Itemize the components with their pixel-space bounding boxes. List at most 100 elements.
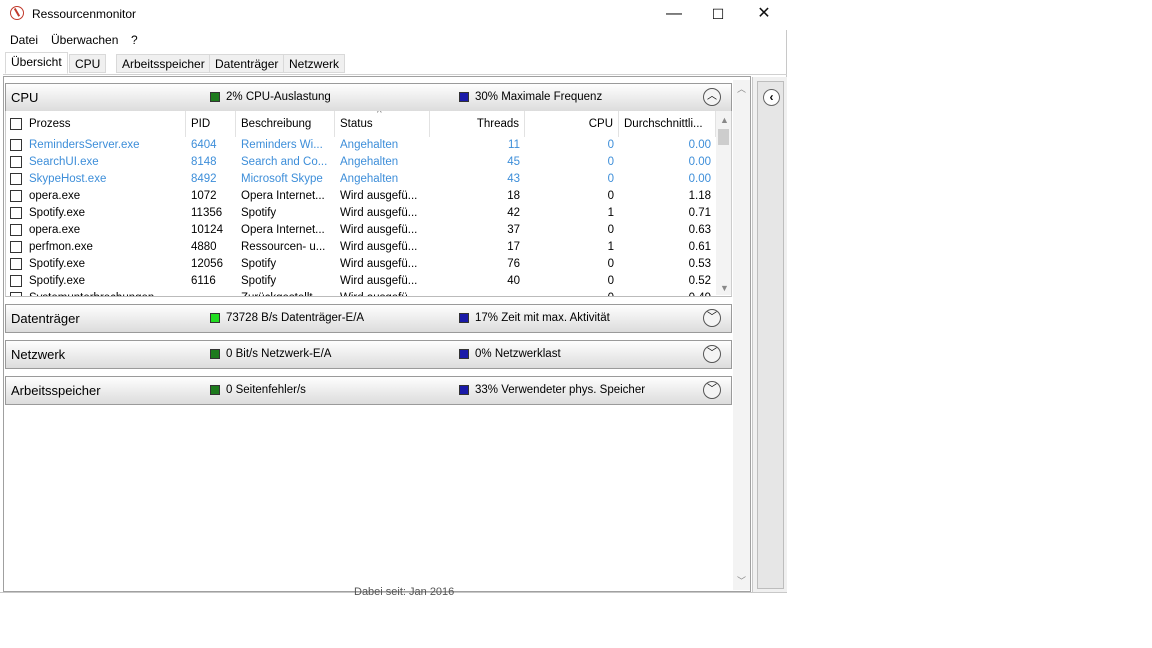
cell-durchschnittlich: 0.49 bbox=[619, 290, 716, 296]
cell-cpu: 0 bbox=[525, 290, 619, 296]
row-checkbox[interactable] bbox=[10, 156, 22, 168]
cell-status: Angehalten bbox=[340, 156, 399, 168]
table-row[interactable]: RemindersServer.exe 6404 Reminders Wi... An… bbox=[6, 137, 716, 154]
column-pid[interactable]: PID bbox=[186, 111, 236, 137]
column-status[interactable]: Status bbox=[335, 111, 430, 137]
tab-bar: Übersicht CPU Arbeitsspeicher Datenträge… bbox=[3, 52, 787, 75]
column-cpu[interactable]: CPU bbox=[525, 111, 619, 137]
cell-cpu: 0 bbox=[607, 139, 614, 151]
cell-status: Wird ausgefü... bbox=[340, 190, 418, 202]
tab-datentraeger[interactable]: Datenträger bbox=[209, 54, 285, 73]
collapse-graphs-icon[interactable]: ‹ bbox=[763, 89, 780, 106]
cell-durchschnittlich: 0.52 bbox=[688, 275, 711, 287]
table-row[interactable]: opera.exe 1072 Opera Internet... Wird ausge… bbox=[6, 188, 716, 205]
column-prozess[interactable]: Prozess bbox=[24, 111, 186, 137]
row-checkbox[interactable] bbox=[10, 207, 22, 219]
cell-cpu: 0 bbox=[607, 190, 614, 202]
table-scrollbar[interactable]: ▲ ▼ bbox=[716, 111, 731, 295]
table-scroll-thumb[interactable] bbox=[718, 129, 729, 145]
cell-prozess: Spotify.exe bbox=[29, 207, 86, 219]
cell-threads: 42 bbox=[507, 207, 520, 219]
column-threads[interactable]: Threads bbox=[430, 111, 525, 137]
cell-cpu: 0 bbox=[607, 258, 614, 270]
cell-prozess: RemindersServer.exe bbox=[29, 139, 140, 151]
menu-ueberwachen[interactable]: Überwachen bbox=[51, 33, 118, 47]
memory-section-title: Arbeitsspeicher bbox=[11, 383, 101, 398]
resource-monitor-icon bbox=[10, 6, 24, 20]
cell-status: Wird ausgefü... bbox=[340, 241, 418, 253]
chevron-down-icon[interactable]: ﹀ bbox=[703, 309, 721, 327]
table-row[interactable]: Spotify.exe 12056 Spotify Wird ausgefü... 76… bbox=[6, 256, 716, 273]
cell-cpu: 1 bbox=[607, 241, 614, 253]
row-checkbox[interactable] bbox=[10, 292, 22, 296]
tab-uebersicht[interactable]: Übersicht bbox=[5, 52, 68, 74]
disk-section-header[interactable]: Datenträger 73728 B/s Datenträger-E/A 17… bbox=[5, 304, 732, 333]
network-section-header[interactable]: Netzwerk 0 Bit/s Netzwerk-E/A 0% Netzwer… bbox=[5, 340, 732, 369]
cell-beschreibung: Ressourcen- u... bbox=[241, 241, 326, 253]
cpu-usage-label: 2% CPU-Auslastung bbox=[226, 91, 331, 103]
cpu-process-table: Prozess PID Beschreibung Status ^ Thread… bbox=[5, 111, 732, 297]
column-durchschnittlich[interactable]: Durchschnittli... bbox=[619, 111, 716, 137]
cell-threads: - bbox=[430, 290, 525, 296]
tab-netzwerk[interactable]: Netzwerk bbox=[283, 54, 346, 73]
cell-beschreibung: Spotify bbox=[241, 275, 277, 287]
table-row[interactable]: Spotify.exe 11356 Spotify Wird ausgefü... 42… bbox=[6, 205, 716, 222]
cell-cpu: 1 bbox=[607, 207, 614, 219]
cell-threads: 76 bbox=[507, 258, 520, 270]
table-row[interactable]: perfmon.exe 4880 Ressourcen- u... Wird ausg… bbox=[6, 239, 716, 256]
chevron-down-icon[interactable]: ﹀ bbox=[703, 381, 721, 399]
main-scrollbar[interactable]: ︿ ﹀ bbox=[733, 80, 750, 590]
menu-help[interactable]: ? bbox=[131, 33, 138, 47]
memory-usage-label: 33% Verwendeter phys. Speicher bbox=[475, 384, 646, 396]
main-scroll-down-icon[interactable]: ﹀ bbox=[733, 574, 750, 588]
column-beschreibung[interactable]: Beschreibung bbox=[236, 111, 335, 137]
menu-bar: Datei Überwachen ? bbox=[0, 30, 787, 50]
maximize-button[interactable]: ☐ bbox=[695, 0, 741, 30]
tab-arbeitsspeicher[interactable]: Arbeitsspeicher bbox=[116, 54, 211, 73]
cell-durchschnittlich: 0.63 bbox=[688, 224, 711, 236]
row-checkbox[interactable] bbox=[10, 173, 22, 185]
disk-io-label: 73728 B/s Datenträger-E/A bbox=[226, 312, 365, 324]
row-checkbox[interactable] bbox=[10, 224, 22, 236]
cell-pid: 6116 bbox=[191, 275, 216, 287]
cell-beschreibung: Spotify bbox=[241, 258, 277, 270]
row-checkbox[interactable] bbox=[10, 241, 22, 253]
cell-prozess: perfmon.exe bbox=[29, 241, 93, 253]
cell-pid: - bbox=[186, 290, 236, 296]
cpu-section-header[interactable]: CPU 2% CPU-Auslastung 30% Maximale Frequ… bbox=[5, 83, 732, 112]
cpu-usage-legend-icon bbox=[210, 92, 220, 102]
tab-cpu[interactable]: CPU bbox=[69, 54, 107, 73]
scroll-down-arrow-icon[interactable]: ▼ bbox=[716, 281, 731, 295]
cell-pid: 10124 bbox=[191, 224, 223, 236]
table-row[interactable]: SearchUI.exe 8148 Search and Co... Angehalt… bbox=[6, 154, 716, 171]
table-row[interactable]: Systemunterbrechungen-Zurückgestellt...W… bbox=[6, 290, 716, 296]
cell-prozess: Spotify.exe bbox=[29, 258, 86, 270]
table-row[interactable]: SkypeHost.exe 8492 Microsoft Skype Angehalt… bbox=[6, 171, 716, 188]
row-checkbox[interactable] bbox=[10, 139, 22, 151]
network-load-legend-icon bbox=[459, 349, 469, 359]
main-scroll-up-icon[interactable]: ︿ bbox=[733, 82, 750, 96]
cell-prozess: SkypeHost.exe bbox=[29, 173, 107, 185]
menu-datei[interactable]: Datei bbox=[10, 33, 38, 47]
cell-pid: 8148 bbox=[191, 156, 217, 168]
scroll-up-arrow-icon[interactable]: ▲ bbox=[716, 113, 731, 127]
row-checkbox[interactable] bbox=[10, 258, 22, 270]
row-checkbox[interactable] bbox=[10, 275, 22, 287]
chevron-up-icon[interactable]: ︿ bbox=[703, 88, 721, 106]
cell-beschreibung: Zurückgestellt... bbox=[236, 290, 335, 296]
table-row[interactable]: Spotify.exe 6116 Spotify Wird ausgefü... 40 0… bbox=[6, 273, 716, 290]
chevron-down-icon[interactable]: ﹀ bbox=[703, 345, 721, 363]
network-load-label: 0% Netzwerklast bbox=[475, 348, 561, 360]
memory-section-header[interactable]: Arbeitsspeicher 0 Seitenfehler/s 33% Ver… bbox=[5, 376, 732, 405]
close-button[interactable]: ✕ bbox=[741, 0, 787, 30]
cell-durchschnittlich: 1.18 bbox=[688, 190, 711, 202]
minimize-button[interactable]: — bbox=[651, 0, 697, 30]
cell-pid: 4880 bbox=[191, 241, 217, 253]
row-checkbox[interactable] bbox=[10, 190, 22, 202]
cell-prozess: SearchUI.exe bbox=[29, 156, 99, 168]
table-row[interactable]: opera.exe 10124 Opera Internet... Wird ausg… bbox=[6, 222, 716, 239]
network-io-label: 0 Bit/s Netzwerk-E/A bbox=[226, 348, 332, 360]
cell-beschreibung: Spotify bbox=[241, 207, 277, 219]
select-all-checkbox[interactable] bbox=[10, 118, 22, 130]
cell-prozess: opera.exe bbox=[29, 224, 81, 236]
